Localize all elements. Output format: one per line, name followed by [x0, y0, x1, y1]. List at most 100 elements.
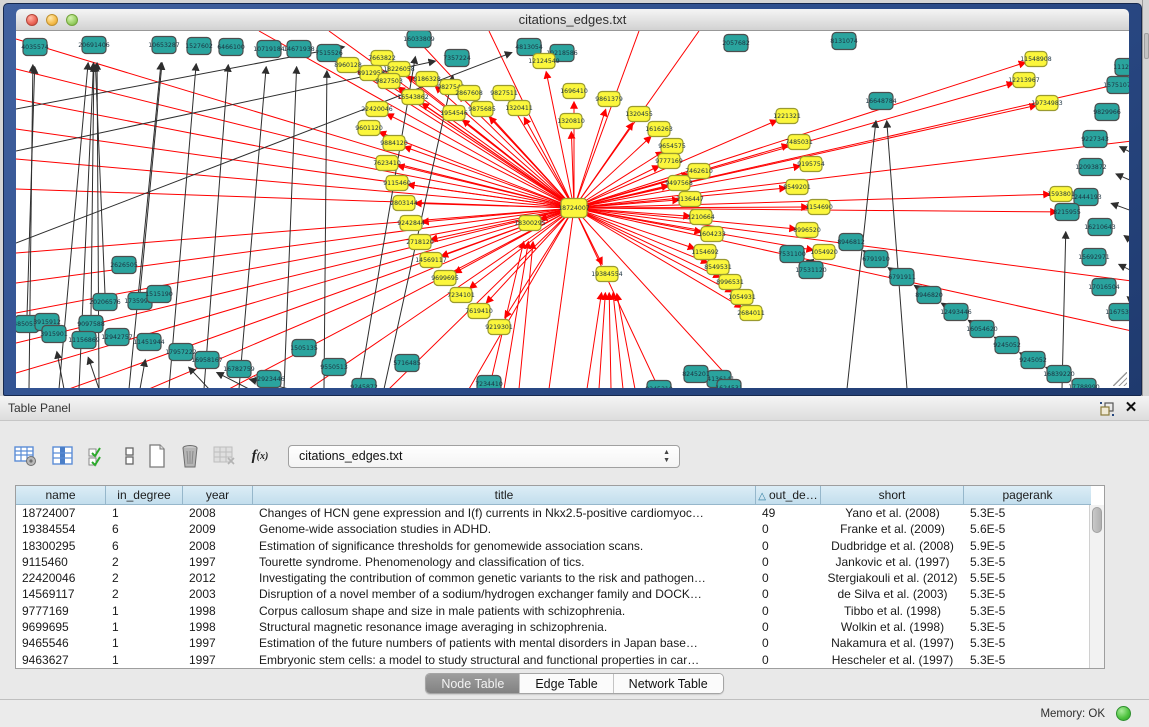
graph-node-label: 2626505 [110, 262, 138, 269]
graph-node-label: 9195754 [797, 161, 825, 168]
table-row[interactable]: 946554611997Estimation of the future num… [16, 635, 1104, 651]
graph-node-label: 17957222 [165, 349, 197, 356]
graph-node-label: 17788990 [1068, 384, 1100, 388]
graph-node-label: 12093872 [1075, 164, 1107, 171]
graph-node-label: 7234101 [447, 292, 475, 299]
table-panel: Table Panel ✕ [0, 396, 1149, 727]
table-row[interactable]: 1872400712008Changes of HCN gene express… [16, 505, 1104, 521]
graph-node-label: 20206576 [89, 299, 121, 306]
cell-pagerank: 5.3E-5 [964, 586, 1091, 602]
cell-title: Genome-wide association studies in ADHD. [253, 521, 756, 537]
graph-node-label: 8549531 [704, 264, 732, 271]
table-row[interactable]: 946362711997Embryonic stem cells: a mode… [16, 652, 1104, 668]
graph-node-label: 4035574 [21, 44, 49, 51]
tab-network-table[interactable]: Network Table [614, 674, 723, 693]
graph-node-label: 12444193 [1070, 194, 1102, 201]
graph-node-label: 2803144 [390, 200, 418, 207]
column-header-out_degree[interactable]: △out_de… [756, 486, 821, 505]
close-window-button[interactable] [26, 14, 38, 26]
background-scrollbar-thumb[interactable] [1144, 33, 1149, 59]
column-header-name[interactable]: name [16, 486, 106, 505]
column-header-in_degree[interactable]: in_degree [106, 486, 183, 505]
network-table-selector[interactable]: citations_edges.txt ▲▼ [288, 445, 680, 468]
table-row[interactable]: 1830029562008Estimation of significance … [16, 538, 1104, 554]
delete-columns-button[interactable] [176, 442, 204, 470]
import-table-button[interactable] [210, 442, 238, 470]
graph-node-label: 18226058 [383, 66, 415, 73]
cell-short: Tibbo et al. (1998) [821, 603, 964, 619]
graph-node-label: 16210643 [1084, 224, 1116, 231]
graph-node-label: 9884120 [380, 140, 408, 147]
graph-node-label: 9827511 [490, 90, 518, 97]
network-canvas[interactable]: 4035574206914061065328715276026466100107… [16, 31, 1129, 388]
close-panel-icon[interactable]: ✕ [1123, 399, 1139, 417]
cell-name: 14569117 [16, 586, 106, 602]
select-all-columns-button[interactable] [84, 442, 112, 470]
status-bar: Memory: OK [0, 699, 1149, 727]
graph-node-label: 5716485 [393, 360, 421, 367]
function-builder-button[interactable]: f(x) [246, 442, 274, 470]
memory-status-icon[interactable] [1116, 706, 1131, 721]
node-table-body: 1872400712008Changes of HCN gene express… [16, 505, 1104, 668]
cell-pagerank: 5.3E-5 [964, 619, 1091, 635]
cell-in_degree: 2 [106, 570, 183, 586]
graph-node-label: 8996520 [793, 227, 821, 234]
graph-node-label: 1593801 [1047, 191, 1075, 198]
graph-node-label: 8946812 [837, 239, 865, 246]
table-row[interactable]: 911546021997Tourette syndrome. Phenomeno… [16, 554, 1104, 570]
show-columns-button[interactable] [49, 442, 77, 470]
column-header-title[interactable]: title [253, 486, 756, 505]
graph-node-label: 16543862 [397, 94, 429, 101]
column-header-short[interactable]: short [821, 486, 964, 505]
zoom-window-button[interactable] [66, 14, 78, 26]
cell-title: Estimation of the future numbers of pati… [253, 635, 756, 651]
graph-node-label: 7531100 [778, 251, 806, 258]
unselect-all-columns-button[interactable] [116, 442, 144, 470]
column-header-year[interactable]: year [183, 486, 253, 505]
graph-node-label: 6791911 [888, 274, 916, 281]
graph-node-label: 8245201 [682, 371, 710, 378]
graph-node-label: 7623410 [373, 160, 401, 167]
table-row[interactable]: 977716911998Corpus callosum shape and si… [16, 603, 1104, 619]
cell-short: Yano et al. (2008) [821, 505, 964, 521]
graph-node-label: 9827503 [375, 78, 403, 85]
graph-node-label: 8960128 [334, 62, 362, 69]
graph-node-label: 6466100 [217, 44, 245, 51]
table-row[interactable]: 1938455462009Genome-wide association stu… [16, 521, 1104, 537]
cell-short: de Silva et al. (2003) [821, 586, 964, 602]
cell-name: 19384554 [16, 521, 106, 537]
cell-year: 2009 [183, 521, 253, 537]
table-panel-header: Table Panel ✕ [0, 396, 1149, 421]
cell-pagerank: 5.6E-5 [964, 521, 1091, 537]
cell-year: 2008 [183, 538, 253, 554]
create-new-column-button[interactable] [143, 442, 171, 470]
graph-node-label: 1954546 [440, 110, 468, 117]
graph-node-label: 1515190 [145, 291, 173, 298]
cell-year: 1997 [183, 635, 253, 651]
graph-node-label: 1624531 [715, 385, 743, 388]
window-resize-grip[interactable] [1113, 372, 1127, 386]
graph-node-label: 10653287 [148, 42, 180, 49]
graph-node-label: 11548908 [1020, 56, 1052, 63]
table-scrollbar-thumb[interactable] [1092, 507, 1102, 533]
table-row[interactable]: 969969511998Structural magnetic resonanc… [16, 619, 1104, 635]
float-panel-icon[interactable] [1099, 401, 1115, 417]
graph-node-label: 9227343 [1081, 136, 1109, 143]
graph-node-label: 2684011 [737, 310, 765, 317]
table-scrollbar[interactable] [1089, 505, 1104, 668]
cell-short: Nakamura et al. (1997) [821, 635, 964, 651]
graph-node-label: 11156869 [68, 337, 100, 344]
table-row[interactable]: 2242004622012Investigating the contribut… [16, 570, 1104, 586]
network-window-titlebar[interactable]: citations_edges.txt [16, 9, 1129, 31]
graph-node-label: 16782759 [223, 366, 255, 373]
cell-year: 1998 [183, 619, 253, 635]
table-row[interactable]: 1456911722003Disruption of a novel membe… [16, 586, 1104, 602]
table-mode-button[interactable] [12, 442, 40, 470]
cell-in_degree: 6 [106, 538, 183, 554]
cell-name: 9115460 [16, 554, 106, 570]
table-panel-toolbar: f(x) citations_edges.txt ▲▼ [0, 434, 1149, 474]
minimize-window-button[interactable] [46, 14, 58, 26]
column-header-pagerank[interactable]: pagerank [964, 486, 1091, 505]
tab-node-table[interactable]: Node Table [426, 674, 520, 693]
tab-edge-table[interactable]: Edge Table [520, 674, 613, 693]
